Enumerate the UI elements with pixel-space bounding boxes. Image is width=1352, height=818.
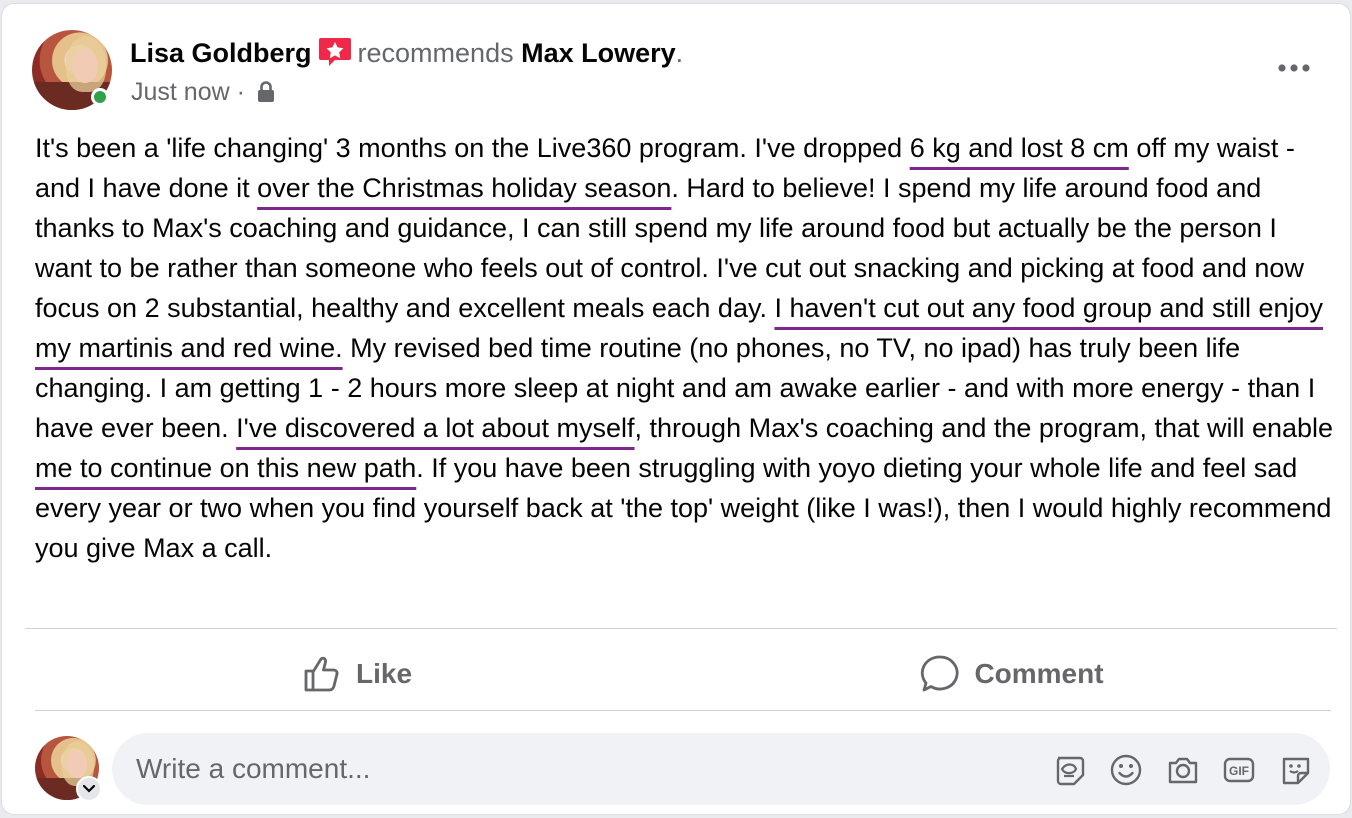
highlighted-text-segment: over the Christmas holiday season bbox=[257, 173, 672, 203]
text-segment: It's been a 'life changing' 3 months on … bbox=[35, 133, 910, 163]
comment-label: Comment bbox=[974, 658, 1104, 689]
highlighted-text-segment: me to continue on this new path bbox=[35, 453, 417, 483]
smiley-icon[interactable] bbox=[1109, 753, 1143, 787]
post-card: Lisa Goldberg recommends Max Lowery. Jus… bbox=[2, 4, 1350, 814]
post-timestamp[interactable]: Just now bbox=[131, 78, 230, 106]
divider-bottom bbox=[35, 710, 1331, 711]
more-options-icon[interactable] bbox=[1274, 56, 1314, 80]
highlighted-text-segment: 6 kg and lost 8 cm bbox=[909, 133, 1129, 163]
divider-top bbox=[25, 628, 1337, 629]
avatar-sticker-icon[interactable] bbox=[1052, 753, 1086, 787]
text-segment: , through Max's coaching and the program… bbox=[634, 413, 1334, 443]
svg-text:GIF: GIF bbox=[1229, 764, 1249, 778]
comment-composer: GIF bbox=[112, 733, 1330, 805]
chevron-down-icon[interactable] bbox=[76, 776, 102, 802]
lock-icon[interactable] bbox=[256, 81, 276, 103]
sticker-icon[interactable] bbox=[1279, 753, 1313, 787]
author-name[interactable]: Lisa Goldberg bbox=[130, 38, 312, 68]
meta-separator: · bbox=[236, 78, 245, 106]
online-status-dot bbox=[91, 88, 109, 106]
highlighted-text-segment: I've discovered a lot about myself bbox=[236, 413, 635, 443]
gif-icon[interactable]: GIF bbox=[1222, 753, 1256, 787]
camera-icon[interactable] bbox=[1166, 753, 1200, 787]
thumbs-up-icon bbox=[304, 656, 339, 692]
recommend-star-icon bbox=[318, 38, 351, 66]
recommended-page-name[interactable]: Max Lowery bbox=[521, 38, 676, 68]
post-header: Lisa Goldberg recommends Max Lowery. bbox=[130, 34, 683, 69]
recommends-verb: recommends bbox=[357, 38, 514, 68]
comment-input[interactable] bbox=[136, 733, 936, 805]
post-meta: Just now · bbox=[131, 78, 276, 107]
like-label: Like bbox=[355, 658, 413, 689]
like-button[interactable]: Like bbox=[282, 640, 432, 708]
speech-bubble-icon bbox=[921, 655, 959, 692]
post-body-text: It's been a 'life changing' 3 months on … bbox=[35, 128, 1335, 568]
comment-button[interactable]: Comment bbox=[897, 640, 1127, 708]
header-period: . bbox=[675, 38, 684, 68]
